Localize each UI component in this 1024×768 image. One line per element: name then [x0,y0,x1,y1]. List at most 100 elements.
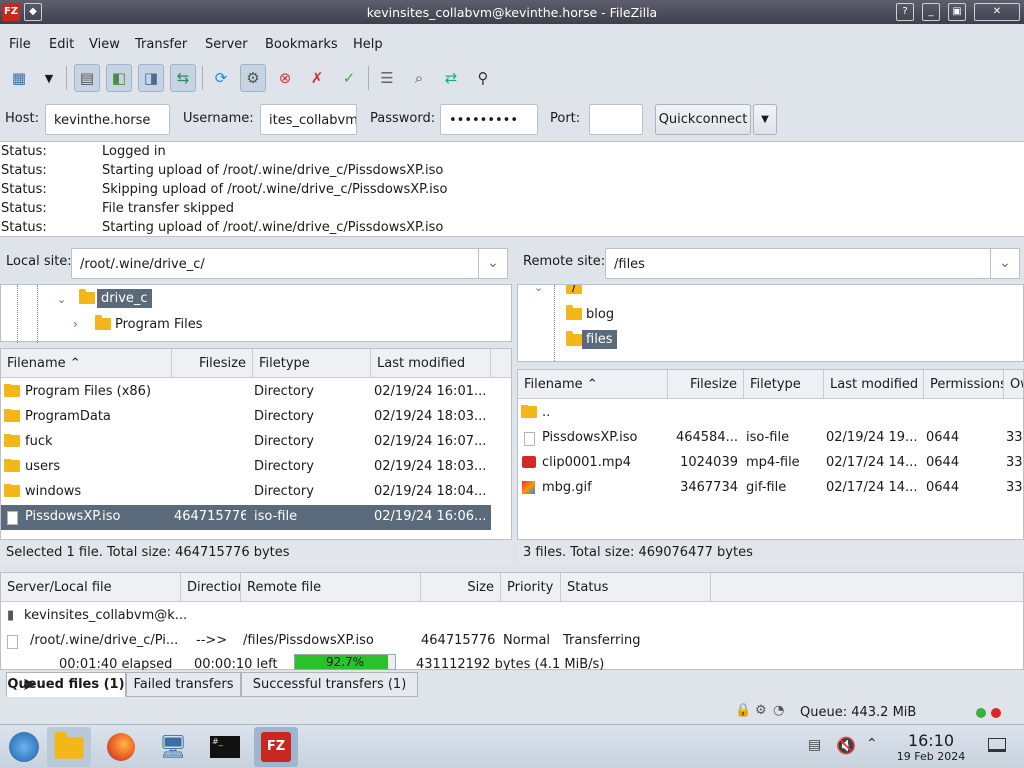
terminal-icon[interactable]: #_ [203,727,247,767]
network-icon[interactable]: 🖥 [151,727,195,767]
mouse-cursor-icon: ➤ [22,674,38,695]
table-row-selected[interactable]: PissdowsXP.iso 464715776 iso-file 02/19/… [1,505,491,530]
tree-item-drive-c[interactable]: drive_c [97,289,152,308]
transfer-queue: Server/Local file Directior Remote file … [0,572,1024,670]
sync-browse-icon[interactable]: ⇄ [438,64,464,92]
tab-failed-transfers[interactable]: Failed transfers [126,672,241,697]
toggle-remote-tree-icon[interactable]: ◨ [138,64,164,92]
firefox-icon[interactable] [99,727,143,767]
tab-successful-transfers[interactable]: Successful transfers (1) [241,672,418,697]
chevron-down-icon[interactable]: ⌄ [478,248,508,279]
col-filetype[interactable]: Filetype [253,349,371,378]
file-icon [524,430,535,448]
table-row[interactable]: Program Files (x86) Directory 02/19/24 1… [1,380,491,405]
col-filetype[interactable]: Filetype [744,370,824,399]
cancel-icon[interactable]: ⊗ [272,64,298,92]
file-manager-icon[interactable] [47,727,91,767]
table-row[interactable]: PissdowsXP.iso 464584... iso-file 02/19/… [518,426,1023,451]
file-modified: 02/17/24 14... [826,480,918,495]
host-input[interactable]: kevinthe.horse [45,104,170,135]
col-server-local-file[interactable]: Server/Local file [1,573,181,602]
reconnect-icon[interactable]: ✓ [336,64,362,92]
quickconnect-dropdown-icon[interactable]: ▼ [753,104,777,135]
volume-muted-icon[interactable]: 🔇 [836,736,856,755]
clock[interactable]: 16:10 19 Feb 2024 [893,731,969,763]
chevron-down-icon[interactable]: ⌄ [990,248,1020,279]
table-row[interactable]: fuck Directory 02/19/24 16:07... [1,430,491,455]
tree-item-root[interactable]: / [572,285,576,295]
start-menu-icon[interactable] [2,727,46,767]
table-row[interactable]: windows Directory 02/19/24 18:04... [1,480,491,505]
queue-item-row[interactable]: /root/.wine/drive_c/Pi... -->> /files/Pi… [1,629,1021,654]
password-input[interactable]: ••••••••• [440,104,538,135]
menu-edit[interactable]: Edit [49,37,74,52]
minimize-icon[interactable]: _ [922,3,940,21]
menu-help[interactable]: Help [353,37,383,52]
table-row[interactable]: .. [518,401,1023,426]
table-row[interactable]: ProgramData Directory 02/19/24 18:03... [1,405,491,430]
chevron-down-icon[interactable]: ⌄ [57,293,66,306]
folder-icon [95,315,111,333]
col-remote-file[interactable]: Remote file [241,573,421,602]
col-filename[interactable]: Filename ⌃ [518,370,668,399]
tree-item-blog[interactable]: blog [586,307,614,322]
quickconnect-button[interactable]: Quickconnect [655,104,751,135]
username-input[interactable]: ites_collabvm [260,104,357,135]
remote-path-input[interactable]: /files [605,248,991,279]
port-input[interactable] [589,104,643,135]
menu-transfer[interactable]: Transfer [135,37,187,52]
tree-item-files[interactable]: files [582,330,617,349]
refresh-icon[interactable]: ⟳ [208,64,234,92]
progress-bar: 92.7% [294,654,396,670]
file-modified: 02/19/24 18:03... [374,459,487,474]
local-path-input[interactable]: /root/.wine/drive_c/ [71,248,479,279]
find-icon[interactable]: ⚲ [470,64,496,92]
site-manager-icon[interactable]: ▦ [6,64,32,92]
progress-percent: 92.7% [325,655,365,669]
menu-file[interactable]: File [9,37,31,52]
menu-server[interactable]: Server [205,37,248,52]
col-owner[interactable]: Ow [1004,370,1023,399]
file-name: PissdowsXP.iso [25,509,121,524]
toggle-queue-icon[interactable]: ⇆ [170,64,196,92]
process-queue-icon[interactable]: ⚙ [240,64,266,92]
col-direction[interactable]: Directior [181,573,241,602]
tree-item-program-files[interactable]: Program Files [115,317,203,332]
queue-server-row[interactable]: ▮ kevinsites_collabvm@k... [1,604,1021,629]
col-filename[interactable]: Filename ⌃ [1,349,172,378]
dropdown-arrow-icon[interactable]: ▼ [36,64,62,92]
col-filesize[interactable]: Filesize [668,370,744,399]
compare-icon[interactable]: ⌕ [406,64,432,92]
tree-line [554,285,555,361]
col-size[interactable]: Size [421,573,501,602]
show-desktop-icon[interactable] [988,738,1006,752]
file-type: Directory [254,484,314,499]
close-icon[interactable]: ✕ [974,3,1020,21]
col-filesize[interactable]: Filesize [172,349,253,378]
maximize-icon[interactable]: ▣ [948,3,966,21]
help-icon[interactable]: ? [896,3,914,21]
disconnect-icon[interactable]: ✗ [304,64,330,92]
chevron-right-icon[interactable]: › [73,317,78,331]
file-size: 3467734 [680,480,738,495]
col-permissions[interactable]: Permissions [924,370,1004,399]
col-status[interactable]: Status [561,573,711,602]
toggle-local-tree-icon[interactable]: ◧ [106,64,132,92]
local-site-label: Local site: [6,254,72,269]
table-row[interactable]: users Directory 02/19/24 18:03... [1,455,491,480]
file-owner: 33 [1006,480,1023,495]
col-last-modified[interactable]: Last modified [824,370,924,399]
table-row[interactable]: clip0001.mp4 1024039 mp4-file 02/17/24 1… [518,451,1023,476]
col-priority[interactable]: Priority [501,573,561,602]
file-type: Directory [254,384,314,399]
col-last-modified[interactable]: Last modified [371,349,491,378]
menu-bookmarks[interactable]: Bookmarks [265,37,338,52]
menu-view[interactable]: View [89,37,120,52]
table-row[interactable]: mbg.gif 3467734 gif-file 02/17/24 14... … [518,476,1023,501]
clipboard-icon[interactable]: ▤ [808,737,821,753]
toggle-log-icon[interactable]: ▤ [74,64,100,92]
chevron-up-icon[interactable]: ⌃ [866,736,878,752]
chevron-down-icon[interactable]: ⌄ [534,285,543,294]
filezilla-taskbar-icon[interactable]: FZ [254,727,298,767]
filter-icon[interactable]: ☰ [374,64,400,92]
